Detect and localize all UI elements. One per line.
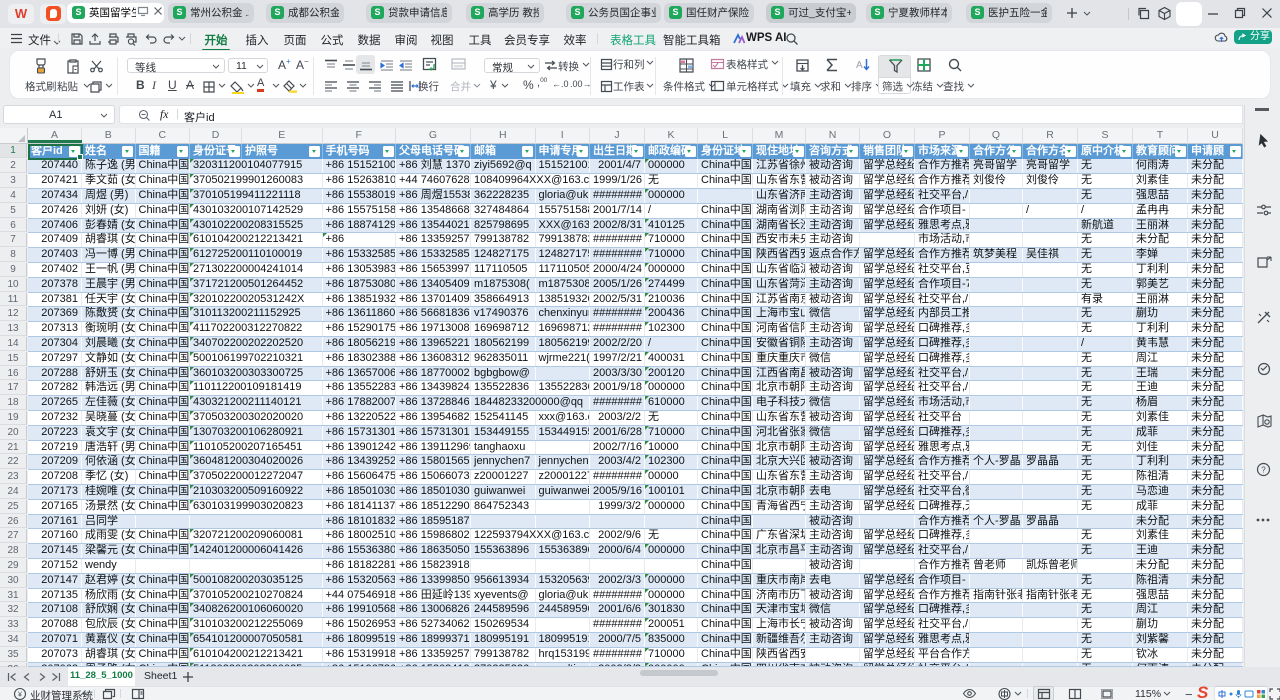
svg-text:?: ? (1261, 466, 1266, 475)
svg-text:¥: ¥ (18, 692, 22, 699)
